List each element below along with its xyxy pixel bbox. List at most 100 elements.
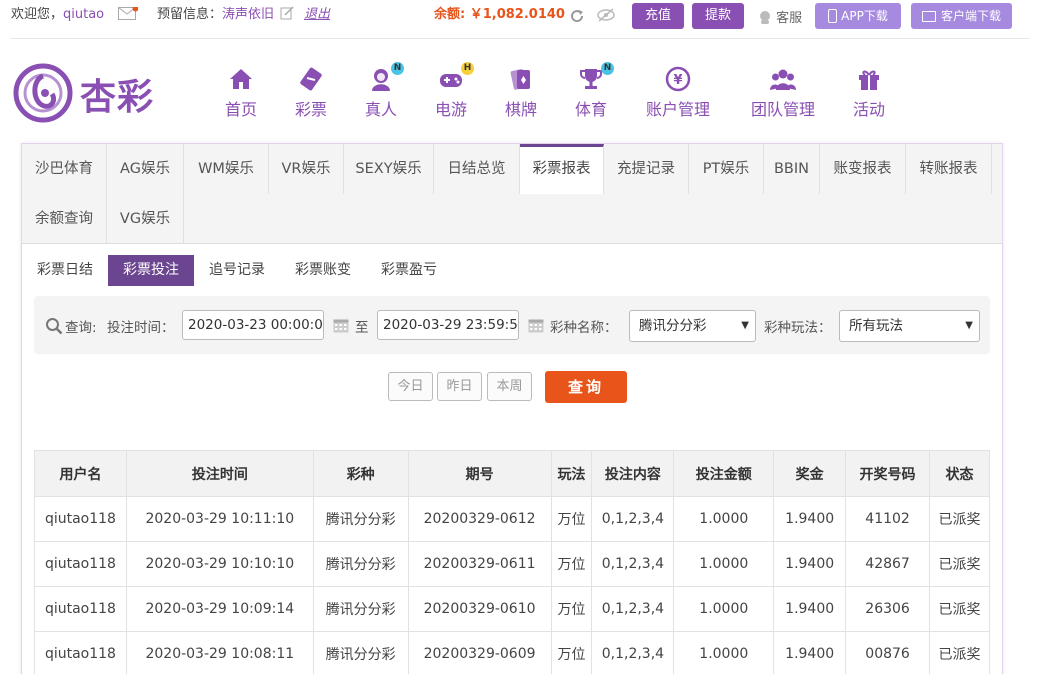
live-dealer-icon: N (368, 62, 404, 92)
tab-pt[interactable]: PT娱乐 (689, 144, 764, 194)
report-tabs: 沙巴体育 AG娱乐 WM娱乐 VR娱乐 SEXY娱乐 日结总览 彩票报表 充提记… (22, 144, 1002, 244)
nav-item-chess[interactable]: 棋牌 (504, 66, 538, 120)
cell-prize: 1.9400 (773, 496, 847, 542)
tab-wm[interactable]: WM娱乐 (184, 144, 269, 194)
client-download-label: 客户端下载 (940, 9, 1001, 23)
subtab-lottery-account-change[interactable]: 彩票账变 (280, 255, 366, 286)
app-download-button[interactable]: APP下载 (815, 3, 901, 29)
tab-deposit-withdraw[interactable]: 充提记录 (604, 144, 689, 194)
nav-item-home[interactable]: 首页 (224, 66, 258, 120)
nav-item-sports[interactable]: N 体育 (574, 62, 614, 120)
col-status: 状态 (929, 450, 990, 497)
cell-lottery: 腾讯分分彩 (312, 541, 409, 587)
col-username: 用户名 (34, 450, 127, 497)
brand-emblem-icon (13, 63, 73, 123)
tab-transfer-report[interactable]: 转账报表 (906, 144, 992, 194)
service-icon (758, 10, 772, 24)
cell-issue: 20200329-0609 (407, 631, 552, 674)
client-download-button[interactable]: 客户端下载 (911, 3, 1012, 29)
nav-item-promotions[interactable]: 活动 (851, 66, 887, 120)
subtab-lottery-profit-loss[interactable]: 彩票盈亏 (366, 255, 452, 286)
yesterday-button[interactable]: 昨日 (437, 372, 482, 401)
service-label: 客服 (776, 11, 803, 26)
cell-draw-number: 00876 (845, 631, 930, 674)
edit-icon[interactable] (280, 6, 294, 20)
nav-item-account[interactable]: ¥ 账户管理 (644, 66, 712, 120)
mail-icon[interactable] (118, 5, 139, 21)
nav-label: 棋牌 (504, 100, 537, 119)
tab-bbin[interactable]: BBIN (764, 144, 820, 194)
cell-content: 0,1,2,3,4 (591, 631, 675, 674)
search-icon (45, 317, 63, 335)
tab-vg[interactable]: VG娱乐 (107, 194, 184, 244)
cell-username: qiutao118 (34, 541, 127, 587)
refresh-icon[interactable] (569, 8, 585, 24)
calendar-icon[interactable] (333, 317, 349, 333)
tab-balance-query[interactable]: 余额查询 (22, 194, 107, 244)
tab-account-change[interactable]: 账变报表 (820, 144, 906, 194)
play-type-value: 所有玩法 (849, 318, 903, 334)
svg-text:¥: ¥ (673, 73, 682, 88)
cell-play: 万位 (550, 631, 593, 674)
end-time-input[interactable]: 2020-03-29 23:59:59 (377, 310, 519, 340)
subtab-chase-records[interactable]: 追号记录 (194, 255, 280, 286)
cell-play: 万位 (550, 541, 593, 587)
table-row[interactable]: qiutao118 2020-03-29 10:10:10 腾讯分分彩 2020… (34, 541, 990, 587)
cell-issue: 20200329-0612 (407, 496, 552, 542)
col-prize: 奖金 (773, 450, 847, 497)
username-link[interactable]: qiutao (63, 7, 104, 22)
subtab-lottery-daily[interactable]: 彩票日结 (22, 255, 108, 286)
customer-service[interactable]: 客服 (758, 7, 802, 26)
tab-vr[interactable]: VR娱乐 (269, 144, 344, 194)
withdraw-button[interactable]: 提款 (692, 3, 744, 29)
col-play: 玩法 (550, 450, 593, 497)
gamepad-icon: H (438, 62, 474, 92)
play-type-label: 彩种玩法： (764, 320, 832, 336)
nav-item-lottery[interactable]: 彩票 (294, 66, 328, 120)
dropdown-arrow-icon: ▼ (965, 320, 973, 331)
yen-coin-icon: ¥ (665, 66, 691, 92)
today-button[interactable]: 今日 (388, 372, 433, 401)
cell-amount: 1.0000 (673, 541, 775, 587)
subtab-lottery-bets[interactable]: 彩票投注 (108, 255, 194, 286)
cell-lottery: 腾讯分分彩 (312, 631, 409, 674)
table-row[interactable]: qiutao118 2020-03-29 10:08:11 腾讯分分彩 2020… (34, 631, 990, 674)
hide-balance-icon[interactable] (597, 8, 615, 22)
nav-label: 首页 (224, 100, 257, 119)
nav-item-egames[interactable]: H 电游 (434, 62, 474, 120)
table-header-row: 用户名 投注时间 彩种 期号 玩法 投注内容 投注金额 奖金 开奖号码 状态 (34, 450, 990, 497)
cell-prize: 1.9400 (773, 586, 847, 632)
nav-label: 真人 (364, 100, 397, 119)
cell-lottery: 腾讯分分彩 (312, 496, 409, 542)
tab-daily-summary[interactable]: 日结总览 (434, 144, 520, 194)
lottery-name-select[interactable]: 腾讯分分彩 ▼ (629, 310, 756, 342)
recharge-button[interactable]: 充值 (632, 3, 684, 29)
tab-saba-sports[interactable]: 沙巴体育 (22, 144, 107, 194)
calendar-icon[interactable] (528, 317, 544, 333)
this-week-button[interactable]: 本周 (487, 372, 532, 401)
nav-item-team[interactable]: 团队管理 (749, 66, 817, 120)
start-time-input[interactable]: 2020-03-23 00:00:00 (182, 310, 324, 340)
cell-issue: 20200329-0611 (407, 541, 552, 587)
logout-link[interactable]: 退出 (304, 6, 330, 24)
phone-icon (828, 9, 838, 23)
tab-sexy[interactable]: SEXY娱乐 (344, 144, 434, 194)
new-badge: N (391, 62, 404, 75)
welcome-label: 欢迎您， (11, 7, 64, 22)
nav-label: 团队管理 (750, 100, 815, 119)
tab-ag[interactable]: AG娱乐 (107, 144, 184, 194)
lottery-icon (298, 66, 324, 92)
cell-draw-number: 41102 (845, 496, 930, 542)
nav-label: 账户管理 (645, 100, 710, 119)
nav-item-live[interactable]: N 真人 (364, 62, 404, 120)
cell-bet-time: 2020-03-29 10:11:10 (125, 496, 314, 542)
cell-amount: 1.0000 (673, 496, 775, 542)
search-button[interactable]: 查询 (545, 371, 627, 403)
cell-status: 已派奖 (929, 496, 990, 542)
play-type-select[interactable]: 所有玩法 ▼ (839, 310, 980, 342)
tab-lottery-report[interactable]: 彩票报表 (520, 144, 604, 194)
table-row[interactable]: qiutao118 2020-03-29 10:11:10 腾讯分分彩 2020… (34, 496, 990, 542)
query-bar: 查询: 投注时间： 2020-03-23 00:00:00 至 2020-03-… (34, 296, 990, 354)
table-row[interactable]: qiutao118 2020-03-29 10:09:14 腾讯分分彩 2020… (34, 586, 990, 632)
col-lottery: 彩种 (312, 450, 409, 497)
